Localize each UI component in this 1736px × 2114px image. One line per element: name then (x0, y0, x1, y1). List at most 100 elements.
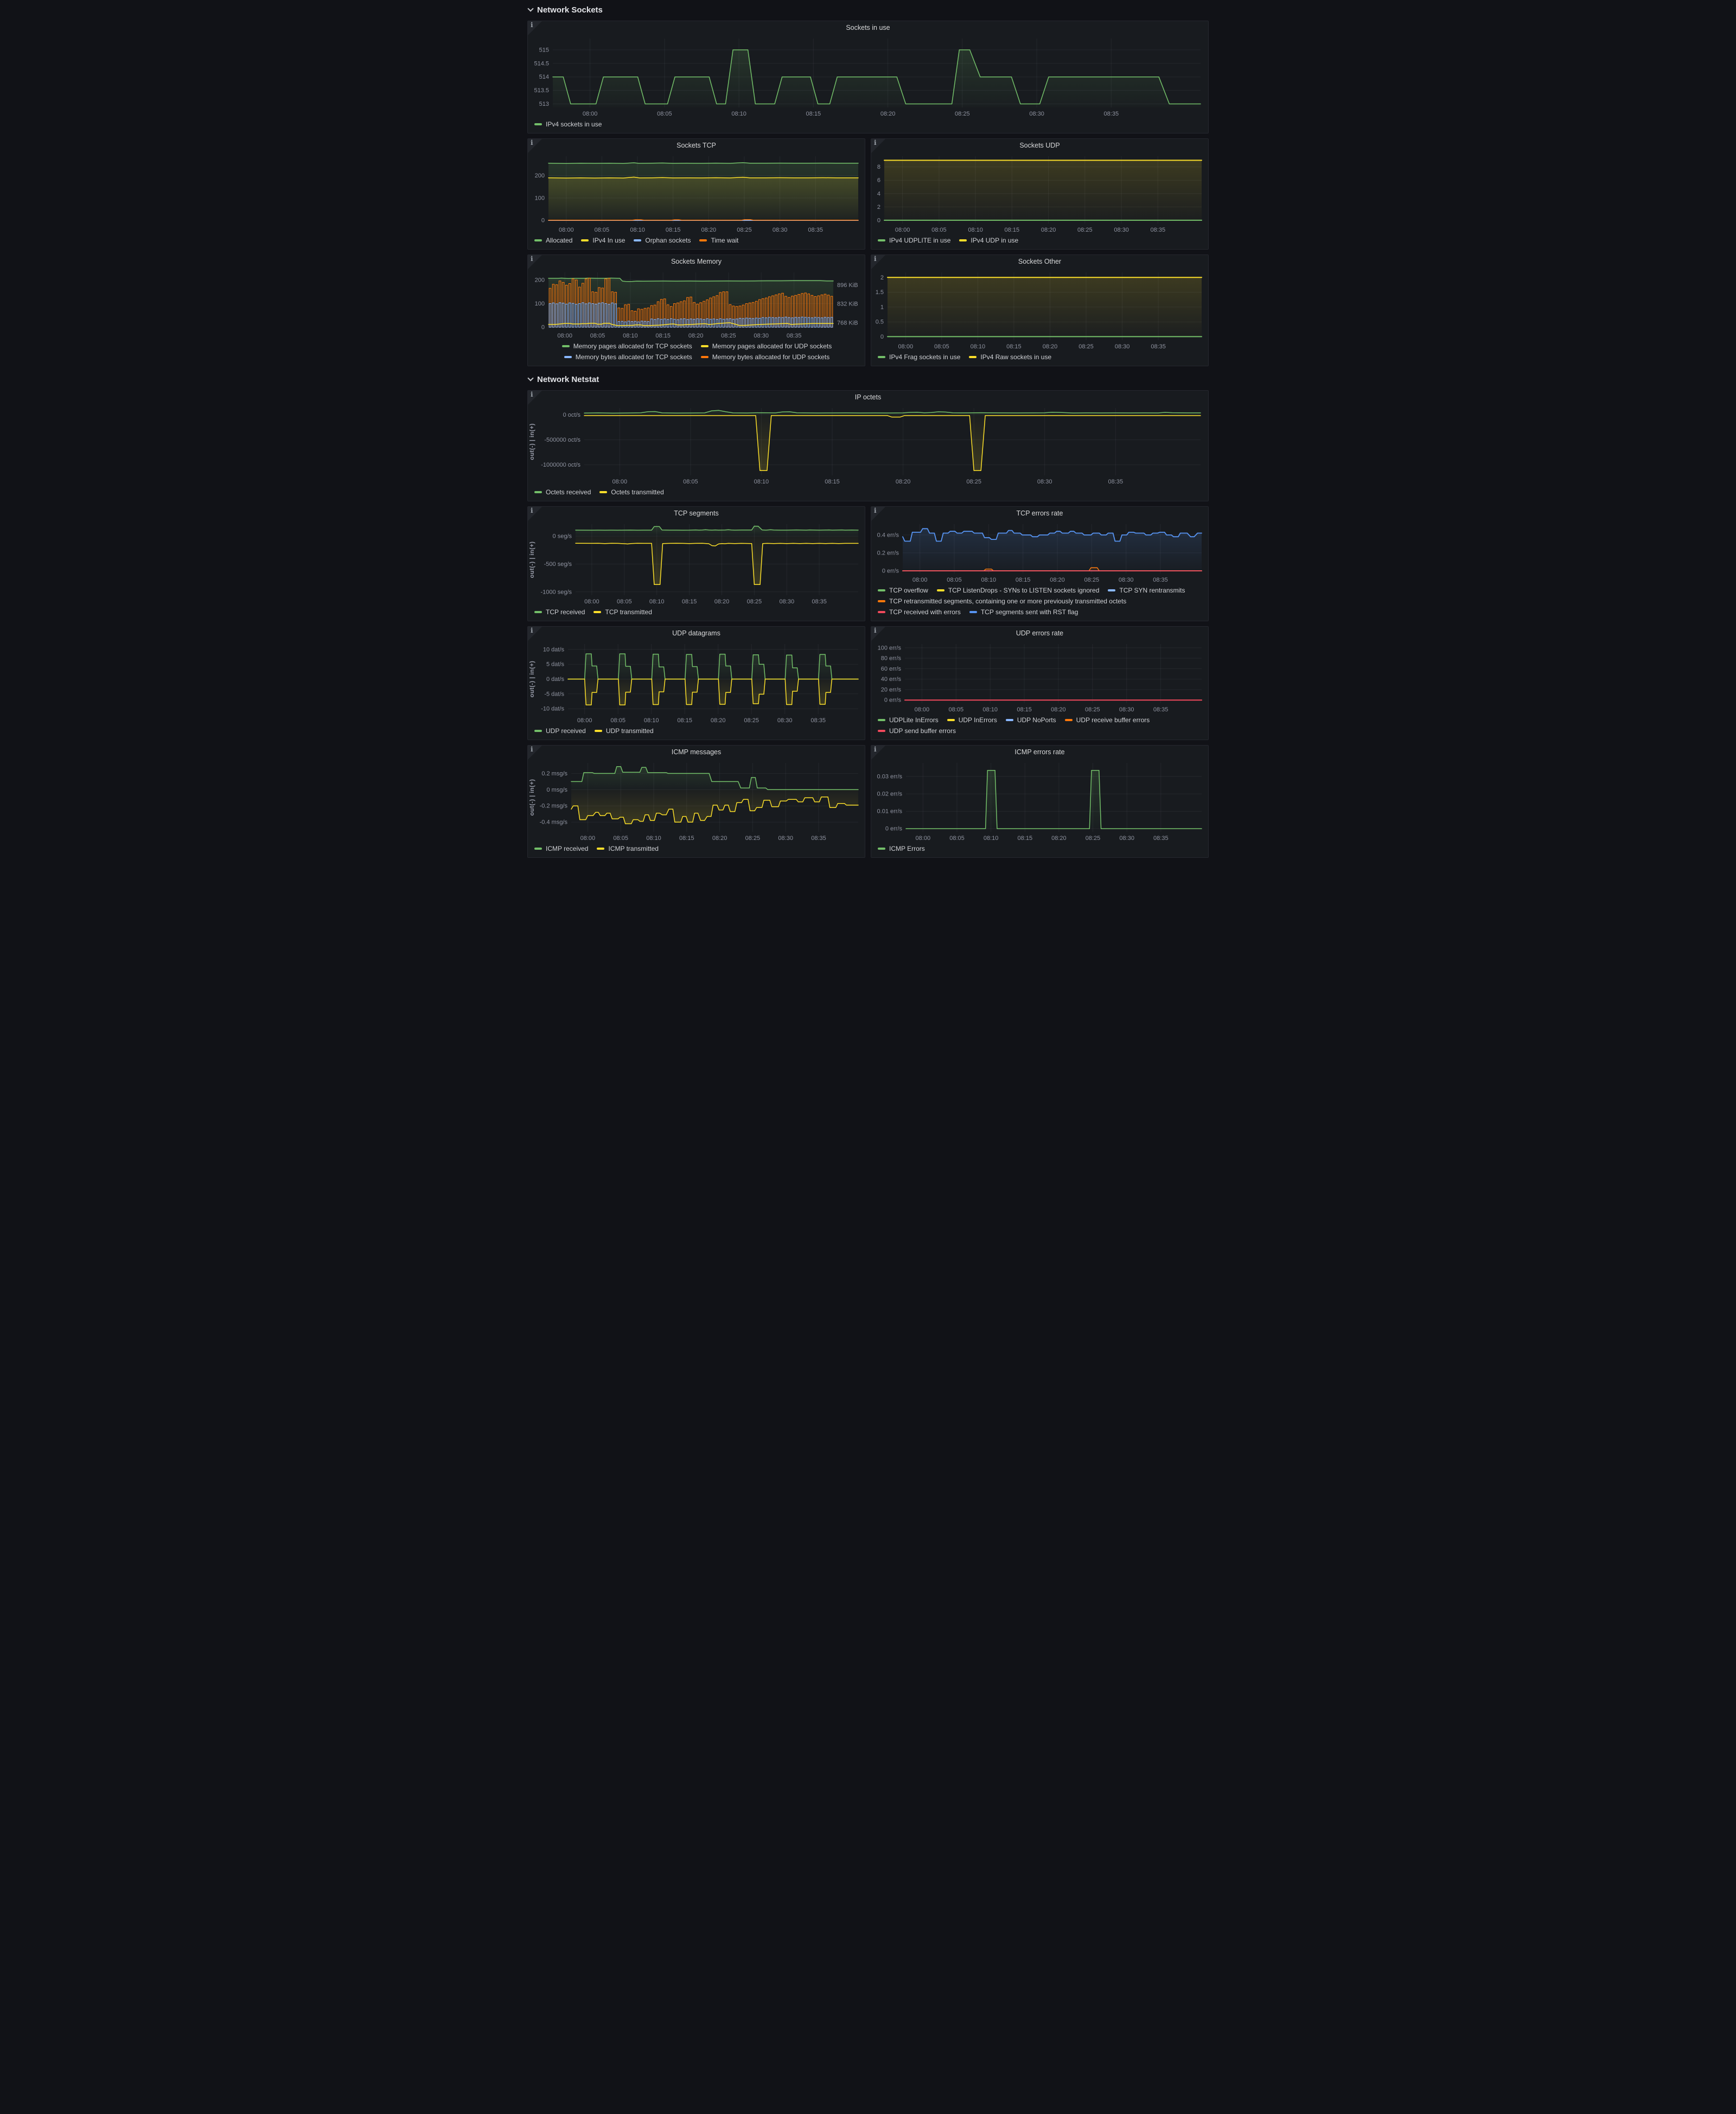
panel-info-icon[interactable]: i (871, 746, 885, 760)
chart-icmp-errors-rate[interactable]: 08:0008:0508:1008:1508:2008:2508:3008:35… (871, 759, 1208, 843)
legend-item-tcp-overflow[interactable]: TCP overflow (878, 585, 928, 595)
legend-item-memory-bytes-allocated-for-tcp-sockets[interactable]: Memory bytes allocated for TCP sockets (564, 352, 692, 362)
svg-text:0 err/s: 0 err/s (885, 826, 903, 832)
panel-title[interactable]: Sockets Other (871, 255, 1208, 268)
legend-item-udp-transmitted[interactable]: UDP transmitted (595, 726, 654, 736)
legend-item-memory-bytes-allocated-for-udp-sockets[interactable]: Memory bytes allocated for UDP sockets (701, 352, 830, 362)
legend-item-udplite-inerrors[interactable]: UDPLite InErrors (878, 715, 939, 725)
legend-item-udp-inerrors[interactable]: UDP InErrors (947, 715, 997, 725)
chart-tcp-errors-rate[interactable]: 08:0008:0508:1008:1508:2008:2508:3008:35… (871, 520, 1208, 584)
legend-item-ipv4-udp-in-use[interactable]: IPv4 UDP in use (959, 235, 1018, 245)
legend-item-tcp-transmitted[interactable]: TCP transmitted (593, 607, 652, 617)
svg-text:08:20: 08:20 (711, 717, 726, 724)
panel-info-icon[interactable]: i (528, 255, 542, 269)
panel-title[interactable]: UDP errors rate (871, 627, 1208, 640)
legend-swatch (1006, 719, 1013, 721)
chevron-down-icon (527, 5, 533, 11)
panel-info-icon[interactable]: i (528, 746, 542, 760)
legend-item-tcp-listendrops-syns-to-listen-sockets-ignored[interactable]: TCP ListenDrops - SYNs to LISTEN sockets… (937, 585, 1100, 595)
panel-title[interactable]: TCP segments (528, 507, 865, 520)
legend-item-icmp-errors[interactable]: ICMP Errors (878, 844, 925, 854)
svg-text:08:30: 08:30 (780, 598, 795, 605)
legend-item-ipv4-udplite-in-use[interactable]: IPv4 UDPLITE in use (878, 235, 950, 245)
legend-item-tcp-received-with-errors[interactable]: TCP received with errors (878, 607, 961, 617)
legend-item-udp-noports[interactable]: UDP NoPorts (1006, 715, 1056, 725)
legend-swatch (701, 356, 709, 358)
panel-title[interactable]: Sockets Memory (528, 255, 865, 268)
svg-text:08:35: 08:35 (812, 598, 827, 605)
legend-item-ipv4-in-use[interactable]: IPv4 In use (581, 235, 625, 245)
svg-text:513: 513 (539, 101, 549, 107)
panel-title[interactable]: Sockets TCP (528, 139, 865, 152)
chart-tcp-segments[interactable]: 08:0008:0508:1008:1508:2008:2508:3008:35… (528, 520, 865, 606)
chart-ip-octets[interactable]: 08:0008:0508:1008:1508:2008:2508:3008:35… (528, 404, 1208, 486)
panel-title[interactable]: IP octets (528, 391, 1208, 404)
svg-text:40 err/s: 40 err/s (881, 676, 902, 683)
svg-text:08:30: 08:30 (777, 717, 793, 724)
legend-item-udp-receive-buffer-errors[interactable]: UDP receive buffer errors (1065, 715, 1150, 725)
chart-sockets-other[interactable]: 08:0008:0508:1008:1508:2008:2508:3008:35… (871, 268, 1208, 351)
panel-title[interactable]: UDP datagrams (528, 627, 865, 640)
panel-info-icon[interactable]: i (528, 139, 542, 153)
chart-icmp-messages[interactable]: 08:0008:0508:1008:1508:2008:2508:3008:35… (528, 759, 865, 843)
legend-item-octets-received[interactable]: Octets received (534, 487, 591, 497)
chart-sockets-udp[interactable]: 08:0008:0508:1008:1508:2008:2508:3008:35… (871, 152, 1208, 234)
panel-title[interactable]: ICMP errors rate (871, 746, 1208, 759)
legend-item-memory-pages-allocated-for-udp-sockets[interactable]: Memory pages allocated for UDP sockets (701, 341, 832, 351)
legend-item-octets-transmitted[interactable]: Octets transmitted (599, 487, 663, 497)
panel-info-icon[interactable]: i (871, 627, 885, 641)
svg-text:08:00: 08:00 (898, 343, 914, 350)
legend-item-udp-received[interactable]: UDP received (534, 726, 586, 736)
legend-item-tcp-received[interactable]: TCP received (534, 607, 585, 617)
legend-item-time-wait[interactable]: Time wait (699, 235, 738, 245)
legend-swatch (534, 730, 542, 732)
legend-item-icmp-received[interactable]: ICMP received (534, 844, 588, 854)
panel-info-icon[interactable]: i (528, 391, 542, 405)
legend-item-ipv4-raw-sockets-in-use[interactable]: IPv4 Raw sockets in use (969, 352, 1051, 362)
svg-text:08:20: 08:20 (896, 479, 911, 485)
panel-sockets-tcp: i Sockets TCP 08:0008:0508:1008:1508:200… (527, 138, 865, 250)
legend-item-ipv4-frag-sockets-in-use[interactable]: IPv4 Frag sockets in use (878, 352, 960, 362)
panel-info-icon[interactable]: i (528, 507, 542, 521)
svg-text:0.02 err/s: 0.02 err/s (877, 791, 903, 798)
section-header-network-netstat[interactable]: Network Netstat (528, 373, 1209, 386)
panel-title[interactable]: Sockets UDP (871, 139, 1208, 152)
legend-item-icmp-transmitted[interactable]: ICMP transmitted (597, 844, 658, 854)
panel-title[interactable]: TCP errors rate (871, 507, 1208, 520)
svg-text:08:30: 08:30 (773, 227, 788, 233)
legend-item-tcp-segments-sent-with-rst-flag[interactable]: TCP segments sent with RST flag (969, 607, 1078, 617)
legend-item-memory-pages-allocated-for-tcp-sockets[interactable]: Memory pages allocated for TCP sockets (562, 341, 692, 351)
chart-sockets-tcp[interactable]: 08:0008:0508:1008:1508:2008:2508:3008:35… (528, 152, 865, 234)
panel-info-icon[interactable]: i (871, 507, 885, 521)
svg-text:08:30: 08:30 (778, 835, 793, 842)
svg-text:08:20: 08:20 (712, 835, 727, 842)
svg-text:08:30: 08:30 (754, 333, 769, 339)
panel-info-icon[interactable]: i (871, 139, 885, 153)
chart-sockets-in-use[interactable]: 08:0008:0508:1008:1508:2008:2508:3008:35… (528, 34, 1208, 118)
svg-text:0 dat/s: 0 dat/s (546, 676, 565, 683)
svg-text:0.03 err/s: 0.03 err/s (877, 774, 903, 780)
legend-item-udp-send-buffer-errors[interactable]: UDP send buffer errors (878, 726, 956, 736)
legend-item-tcp-retransmitted-segments-containing-one-or-more-previously-transmitted-octets[interactable]: TCP retransmitted segments, containing o… (878, 596, 1126, 606)
chart-udp-datagrams[interactable]: 08:0008:0508:1008:1508:2008:2508:3008:35… (528, 640, 865, 725)
legend-item-ipv4-sockets-in-use[interactable]: IPv4 sockets in use (534, 119, 602, 129)
svg-text:08:00: 08:00 (580, 835, 596, 842)
section-header-network-sockets[interactable]: Network Sockets (528, 3, 1209, 16)
svg-text:-1000000 oct/s: -1000000 oct/s (541, 462, 580, 468)
legend-swatch (1108, 589, 1115, 591)
panel-title[interactable]: ICMP messages (528, 746, 865, 759)
panel-title[interactable]: Sockets in use (528, 21, 1208, 34)
panel-info-icon[interactable]: i (528, 627, 542, 641)
panel-info-icon[interactable]: i (871, 255, 885, 269)
svg-text:08:10: 08:10 (971, 343, 986, 350)
chart-canvas: 08:0008:0508:1008:1508:2008:2508:3008:35… (528, 152, 865, 234)
legend-item-allocated[interactable]: Allocated (534, 235, 572, 245)
legend-item-tcp-syn-rentransmits[interactable]: TCP SYN rentransmits (1108, 585, 1185, 595)
legend-swatch (878, 848, 885, 850)
svg-text:60 err/s: 60 err/s (881, 666, 902, 672)
legend-item-orphan-sockets[interactable]: Orphan sockets (634, 235, 691, 245)
chart-udp-errors-rate[interactable]: 08:0008:0508:1008:1508:2008:2508:3008:35… (871, 640, 1208, 714)
panel-info-icon[interactable]: i (528, 21, 542, 35)
chart-sockets-memory[interactable]: 08:0008:0508:1008:1508:2008:2508:3008:35… (528, 268, 865, 340)
svg-text:08:20: 08:20 (701, 227, 717, 233)
